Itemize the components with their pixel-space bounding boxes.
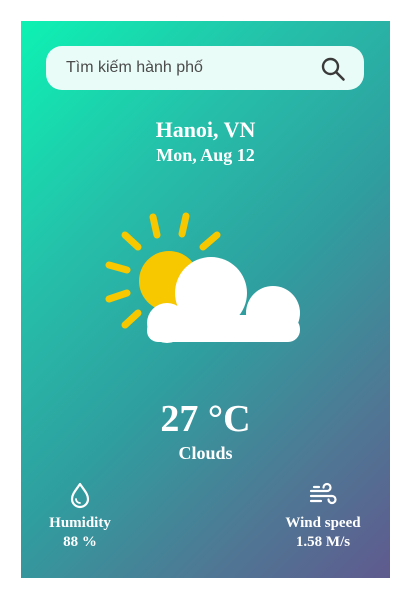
weather-condition: Clouds: [178, 443, 233, 463]
wind-label: Wind speed: [285, 515, 361, 531]
wind-stat: Wind speed 1.58 M/s: [263, 481, 383, 551]
humidity-label: Humidity: [49, 515, 111, 531]
humidity-value: 88 %: [63, 534, 97, 550]
wind-icon: [308, 481, 338, 509]
weather-card: Hanoi, VN Mon, Aug 12: [21, 21, 390, 578]
humidity-stat: Humidity 88 %: [21, 481, 140, 551]
wind-value: 1.58 M/s: [295, 534, 351, 550]
city-name: Hanoi, VN: [155, 117, 256, 142]
temperature: 27 °C: [160, 398, 251, 440]
droplet-icon: [65, 481, 95, 509]
search-icon[interactable]: [320, 56, 346, 82]
partly-cloudy-icon: [103, 207, 303, 347]
search-bar: [46, 46, 364, 90]
current-date: Mon, Aug 12: [156, 145, 255, 165]
search-input[interactable]: [46, 46, 316, 90]
